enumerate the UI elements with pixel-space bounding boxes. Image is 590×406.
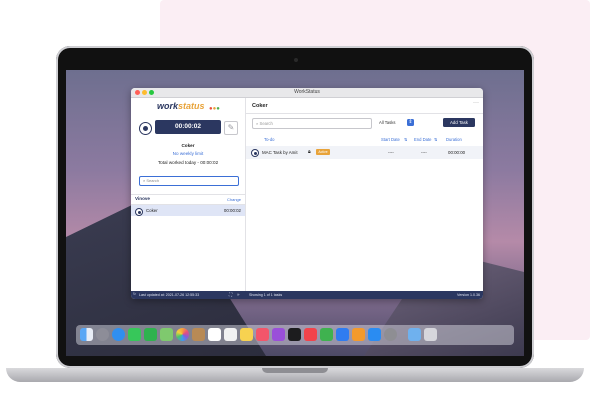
play-timer-button[interactable] [139, 122, 152, 135]
laptop-base-notch [262, 368, 328, 373]
play-icon [143, 126, 148, 131]
header-divider [246, 113, 483, 114]
appstore-icon[interactable] [368, 328, 381, 341]
folder-icon[interactable] [408, 328, 421, 341]
member-row-selected[interactable]: Coker 00:00:02 [131, 205, 245, 216]
launchpad-icon[interactable] [96, 328, 109, 341]
contacts-icon[interactable] [192, 328, 205, 341]
music-icon[interactable] [256, 328, 269, 341]
title-bar: WorkStatus [131, 88, 483, 98]
messages-icon[interactable] [128, 328, 141, 341]
finder-icon[interactable] [80, 328, 93, 341]
member-time: 00:00:02 [223, 208, 241, 213]
safari-icon[interactable] [112, 328, 125, 341]
pages-icon[interactable] [352, 328, 365, 341]
pencil-icon: ✎ [227, 123, 235, 132]
mac-dock [76, 325, 514, 345]
sort-start-icon[interactable]: ⇅ [404, 137, 408, 142]
column-todo: To-do [264, 137, 275, 142]
system-preferences-icon[interactable] [384, 328, 397, 341]
last-updated-text: Last updated at: 2021-07-26 12:55:33 [139, 293, 200, 297]
more-options-icon[interactable]: ··· [473, 100, 479, 106]
change-organization-link[interactable]: Change [227, 197, 241, 202]
workstatus-window: WorkStatus workstatus ●●● 00:00:02 ✎ Cok… [131, 88, 483, 299]
task-name: MAC Task by Amit [262, 150, 298, 155]
search-icon: ⌕ [256, 121, 259, 126]
chevron-updown-icon: ⇕ [408, 119, 413, 125]
trash-icon[interactable] [424, 328, 437, 341]
table-row[interactable]: MAC Task by Amit 🔒︎ Active ---- ---- 00:… [246, 146, 483, 159]
facetime-icon[interactable] [144, 328, 157, 341]
maps-icon[interactable] [160, 328, 173, 341]
logo-dots-icon: ●●● [209, 106, 220, 112]
column-end-date[interactable]: End Date [414, 137, 431, 142]
lock-icon: 🔒︎ [308, 149, 311, 155]
right-panel: Coker ··· ⌕ Search All Tasks ⇕ Add Task … [246, 98, 483, 291]
user-name: Coker [181, 143, 195, 148]
task-duration: 00:00:00 [448, 150, 466, 155]
column-start-date[interactable]: Start Date [381, 137, 400, 142]
add-task-button[interactable]: Add Task [443, 118, 475, 127]
version-text: Version 1.0.36 [457, 293, 480, 297]
keynote-icon[interactable] [336, 328, 349, 341]
member-name: Coker [146, 208, 158, 213]
fullscreen-icon[interactable]: ⛶ [229, 292, 232, 297]
task-end-date: ---- [421, 150, 427, 155]
left-panel: workstatus ●●● 00:00:02 ✎ Coker No weekl… [131, 98, 246, 291]
avatar [135, 208, 143, 216]
status-bar: ↻ Last updated at: 2021-07-26 12:55:33 ⛶… [131, 291, 483, 299]
podcasts-icon[interactable] [272, 328, 285, 341]
sort-end-icon[interactable]: ⇅ [434, 137, 438, 142]
task-play-button[interactable] [251, 149, 259, 157]
collapse-panel-icon[interactable]: » [237, 292, 240, 297]
task-table-header: To-do Start Date ⇅ End Date ⇅ Duration [246, 136, 483, 144]
workstatus-logo: workstatus [157, 101, 205, 111]
task-filter-value: All Tasks [379, 120, 396, 125]
task-search-placeholder: Search [259, 121, 273, 126]
numbers-icon[interactable] [320, 328, 333, 341]
window-title: WorkStatus [294, 89, 320, 95]
weekly-limit-link[interactable]: No weekly limit [131, 151, 245, 156]
task-start-date: ---- [388, 150, 394, 155]
notes-icon[interactable] [240, 328, 253, 341]
showing-count-text: Showing 1 of 1 tasks [249, 293, 283, 297]
column-duration: Duration [446, 137, 462, 142]
edit-time-button[interactable]: ✎ [224, 121, 238, 135]
organization-name: Vinove [135, 196, 150, 201]
member-search-placeholder: Search [146, 178, 160, 183]
member-search-input[interactable]: ⌕ Search [139, 176, 239, 186]
appletv-icon[interactable] [288, 328, 301, 341]
status-badge: Active [316, 149, 330, 155]
search-icon: ⌕ [143, 178, 146, 183]
calendar-icon[interactable] [208, 328, 221, 341]
photos-icon[interactable] [176, 328, 189, 341]
page-title: Coker [252, 103, 268, 109]
laptop-camera [294, 58, 298, 62]
task-search-input[interactable]: ⌕ Search [252, 118, 372, 129]
news-icon[interactable] [304, 328, 317, 341]
filter-dropdown-button[interactable]: ⇕ [407, 119, 414, 126]
organization-header: Vinove Change [131, 194, 245, 205]
sync-icon[interactable]: ↻ [133, 292, 136, 296]
reminders-icon[interactable] [224, 328, 237, 341]
timer-display: 00:00:02 [155, 120, 221, 134]
total-worked-today: Total worked today - 00:00:02 [157, 160, 219, 165]
